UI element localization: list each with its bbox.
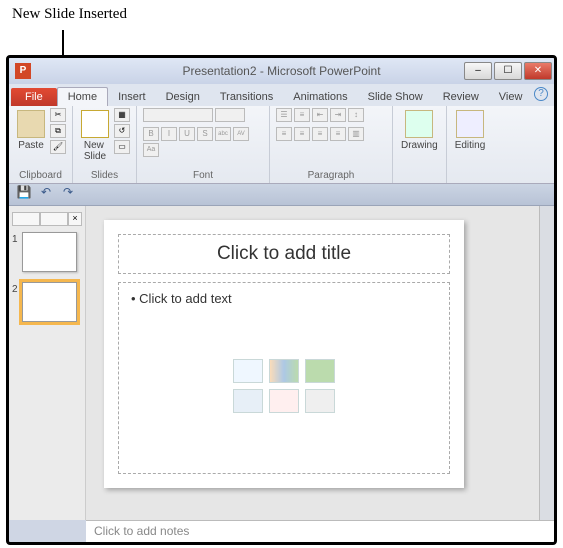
tab-transitions[interactable]: Transitions bbox=[210, 88, 283, 106]
layout-button[interactable]: ▦ bbox=[114, 108, 130, 122]
thumb-num-1: 1 bbox=[12, 232, 22, 245]
close-panel-button[interactable]: × bbox=[68, 212, 82, 226]
group-clipboard: Paste ✂ ⧉ 🖌 Clipboard bbox=[9, 106, 73, 183]
annotation-label: New Slide Inserted bbox=[12, 6, 127, 23]
align-center-button[interactable]: ≡ bbox=[294, 127, 310, 141]
vertical-scrollbar[interactable] bbox=[539, 206, 554, 520]
drawing-label: Drawing bbox=[401, 140, 438, 151]
notes-pane[interactable]: Click to add notes bbox=[86, 520, 554, 544]
app-window: P Presentation2 - Microsoft PowerPoint –… bbox=[6, 55, 557, 545]
group-paragraph: ☰ ≡ ⇤ ⇥ ↕ ≡ ≡ ≡ ≡ ▥ Paragraph bbox=[270, 106, 393, 183]
bullets-button[interactable]: ☰ bbox=[276, 108, 292, 122]
tab-slideshow[interactable]: Slide Show bbox=[358, 88, 433, 106]
tab-design[interactable]: Design bbox=[156, 88, 210, 106]
reset-button[interactable]: ↺ bbox=[114, 124, 130, 138]
editing-icon bbox=[456, 110, 484, 138]
copy-button[interactable]: ⧉ bbox=[50, 124, 66, 138]
case-button[interactable]: Aa bbox=[143, 143, 159, 157]
tab-review[interactable]: Review bbox=[433, 88, 489, 106]
window-controls: – ☐ ✕ bbox=[464, 62, 554, 80]
slide-editor: Click to add title Click to add text bbox=[86, 206, 554, 520]
maximize-button[interactable]: ☐ bbox=[494, 62, 522, 80]
outline-tab[interactable] bbox=[40, 212, 68, 226]
tab-view[interactable]: View bbox=[489, 88, 533, 106]
indent-inc-button[interactable]: ⇥ bbox=[330, 108, 346, 122]
numbering-button[interactable]: ≡ bbox=[294, 108, 310, 122]
app-icon: P bbox=[15, 63, 31, 79]
strike-button[interactable]: abc bbox=[215, 127, 231, 141]
italic-button[interactable]: I bbox=[161, 127, 177, 141]
bold-button[interactable]: B bbox=[143, 127, 159, 141]
spacing-button[interactable]: AV bbox=[233, 127, 249, 141]
paste-icon bbox=[17, 110, 45, 138]
minimize-button[interactable]: – bbox=[464, 62, 492, 80]
align-right-button[interactable]: ≡ bbox=[312, 127, 328, 141]
group-editing: Editing bbox=[447, 106, 494, 183]
align-left-button[interactable]: ≡ bbox=[276, 127, 292, 141]
shadow-button[interactable]: S bbox=[197, 127, 213, 141]
save-button[interactable]: 💾 bbox=[15, 186, 33, 204]
font-size-dropdown[interactable] bbox=[215, 108, 245, 122]
content-placeholder[interactable]: Click to add text bbox=[118, 282, 450, 474]
body-placeholder-text: Click to add text bbox=[131, 291, 437, 306]
slide-canvas[interactable]: Click to add title Click to add text bbox=[104, 220, 464, 488]
insert-table-icon[interactable] bbox=[233, 359, 263, 383]
content-insert-icons bbox=[233, 359, 335, 413]
underline-button[interactable]: U bbox=[179, 127, 195, 141]
new-slide-label: New Slide bbox=[84, 140, 106, 162]
justify-button[interactable]: ≡ bbox=[330, 127, 346, 141]
tab-animations[interactable]: Animations bbox=[283, 88, 357, 106]
title-bar: P Presentation2 - Microsoft PowerPoint –… bbox=[9, 58, 554, 84]
insert-clipart-icon[interactable] bbox=[269, 389, 299, 413]
line-spacing-button[interactable]: ↕ bbox=[348, 108, 364, 122]
insert-chart-icon[interactable] bbox=[269, 359, 299, 383]
format-painter-button[interactable]: 🖌 bbox=[50, 140, 66, 154]
tab-home[interactable]: Home bbox=[57, 87, 108, 106]
insert-smartart-icon[interactable] bbox=[305, 359, 335, 383]
slide-thumbnail-2[interactable] bbox=[22, 282, 77, 322]
group-font: B I U S abc AV Aa Font bbox=[137, 106, 270, 183]
slides-label: Slides bbox=[79, 169, 130, 181]
slides-tab[interactable] bbox=[12, 212, 40, 226]
ribbon-tabs: File Home Insert Design Transitions Anim… bbox=[9, 84, 554, 106]
editing-label: Editing bbox=[455, 140, 486, 151]
file-tab[interactable]: File bbox=[11, 88, 57, 106]
ribbon: Paste ✂ ⧉ 🖌 Clipboard New Slide ▦ ↺ bbox=[9, 106, 554, 184]
slide-thumbnails-panel: × 1 2 bbox=[9, 206, 86, 520]
section-button[interactable]: ▭ bbox=[114, 140, 130, 154]
cut-button[interactable]: ✂ bbox=[50, 108, 66, 122]
tab-insert[interactable]: Insert bbox=[108, 88, 156, 106]
insert-picture-icon[interactable] bbox=[233, 389, 263, 413]
new-slide-icon bbox=[81, 110, 109, 138]
new-slide-button[interactable]: New Slide bbox=[79, 108, 111, 164]
paste-button[interactable]: Paste bbox=[15, 108, 47, 153]
group-drawing: Drawing bbox=[393, 106, 447, 183]
close-button[interactable]: ✕ bbox=[524, 62, 552, 80]
insert-media-icon[interactable] bbox=[305, 389, 335, 413]
title-placeholder[interactable]: Click to add title bbox=[118, 234, 450, 274]
group-slides: New Slide ▦ ↺ ▭ Slides bbox=[73, 106, 137, 183]
quick-access-toolbar: 💾 ↶ ↷ bbox=[9, 184, 554, 206]
drawing-icon bbox=[405, 110, 433, 138]
paragraph-label: Paragraph bbox=[276, 169, 386, 181]
status-bar: Slide 2 of 2 "Office Theme" English (Can… bbox=[9, 544, 554, 545]
paste-label: Paste bbox=[18, 140, 44, 151]
thumb-num-2: 2 bbox=[12, 282, 22, 295]
thumb-row-2[interactable]: 2 bbox=[12, 282, 82, 322]
slide-thumbnail-1[interactable] bbox=[22, 232, 77, 272]
clipboard-label: Clipboard bbox=[15, 169, 66, 181]
font-family-dropdown[interactable] bbox=[143, 108, 213, 122]
font-label: Font bbox=[143, 169, 263, 181]
editing-button[interactable]: Editing bbox=[453, 108, 488, 153]
thumb-row-1[interactable]: 1 bbox=[12, 232, 82, 272]
workspace: × 1 2 Click to add title Click to add te… bbox=[9, 206, 554, 520]
redo-button[interactable]: ↷ bbox=[59, 186, 77, 204]
drawing-button[interactable]: Drawing bbox=[399, 108, 440, 153]
indent-dec-button[interactable]: ⇤ bbox=[312, 108, 328, 122]
help-icon[interactable]: ? bbox=[534, 87, 548, 101]
columns-button[interactable]: ▥ bbox=[348, 127, 364, 141]
undo-button[interactable]: ↶ bbox=[37, 186, 55, 204]
